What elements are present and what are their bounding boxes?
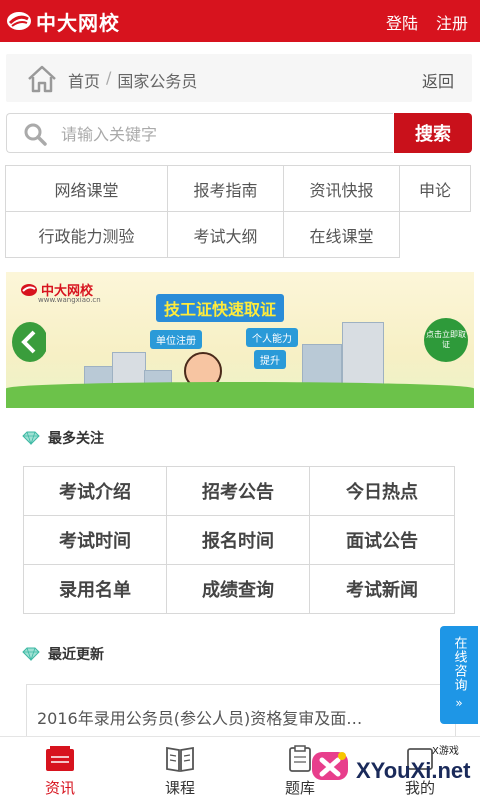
tab-course[interactable]: 课程 <box>120 737 240 801</box>
grid-item-today-hot[interactable]: 今日热点 <box>309 466 455 516</box>
banner-ground <box>6 382 474 408</box>
online-consult-button[interactable]: 在线咨询 » <box>440 626 478 724</box>
diamond-icon <box>22 647 40 661</box>
search-bar: 搜索 <box>6 113 472 153</box>
news-title: 2016年录用公务员(参公人员)资格复审及面… <box>37 709 363 728</box>
grid-item-exam-time[interactable]: 考试时间 <box>23 515 167 565</box>
search-icon <box>23 122 47 146</box>
search-button[interactable]: 搜索 <box>394 113 472 153</box>
diamond-icon <box>22 431 40 445</box>
category-live-class[interactable]: 在线课堂 <box>283 211 400 258</box>
grid-item-signup-time[interactable]: 报名时间 <box>166 515 310 565</box>
breadcrumb-separator: / <box>106 68 112 87</box>
category-syllabus[interactable]: 考试大纲 <box>167 211 284 258</box>
breadcrumb-current: 国家公务员 <box>117 72 198 91</box>
grid-item-exam-intro[interactable]: 考试介绍 <box>23 466 167 516</box>
banner-prev-arrow-icon[interactable] <box>10 322 48 362</box>
double-arrow-icon: » <box>455 696 463 710</box>
section-title-most-followed: 最多关注 <box>22 428 104 448</box>
list-item[interactable]: 2016年录用公务员(参公人员)资格复审及面… <box>26 684 456 737</box>
section-title-text: 最多关注 <box>48 431 104 447</box>
banner-tag: 提升 <box>254 350 286 369</box>
category-news-flash[interactable]: 资讯快报 <box>283 165 400 212</box>
category-exam-guide[interactable]: 报考指南 <box>167 165 284 212</box>
logo-text: 中大网校 <box>36 10 120 35</box>
grid-item-hire-list[interactable]: 录用名单 <box>23 564 167 614</box>
banner-tag: 单位注册 <box>150 330 202 349</box>
logo[interactable]: 中大网校 <box>6 6 120 36</box>
login-link[interactable]: 登陆 <box>386 10 418 34</box>
watermark-logo-icon <box>312 752 348 780</box>
banner-logo-icon <box>21 283 37 296</box>
online-consult-label: 在线咨询 <box>451 636 467 692</box>
search-input[interactable] <box>59 120 383 148</box>
section-title-recent: 最近更新 <box>22 644 104 664</box>
grid-item-exam-news[interactable]: 考试新闻 <box>309 564 455 614</box>
banner-title: 技工证快速取证 <box>156 294 285 322</box>
home-icon[interactable] <box>26 64 58 94</box>
banner-logo: 中大网校 www.wangxiao.cn <box>20 280 101 304</box>
top-bar: 中大网校 登陆 注册 <box>0 0 480 42</box>
grid-item-recruitment-notice[interactable]: 招考公告 <box>166 466 310 516</box>
category-online-class[interactable]: 网络课堂 <box>5 165 168 212</box>
news-icon <box>46 746 74 771</box>
back-button[interactable]: 返回 <box>422 68 454 92</box>
book-icon <box>166 746 194 773</box>
search-box <box>6 113 393 153</box>
watermark-small-text: X游戏 <box>432 746 459 757</box>
category-aptitude-test[interactable]: 行政能力测验 <box>5 211 168 258</box>
tab-news[interactable]: 资讯 <box>0 737 120 801</box>
category-essay[interactable]: 申论 <box>399 165 471 212</box>
grid-item-interview-notice[interactable]: 面试公告 <box>309 515 455 565</box>
banner-cta-button[interactable]: 点击立即取证 <box>424 318 468 362</box>
promo-banner[interactable]: 中大网校 www.wangxiao.cn 技工证快速取证 单位注册 个人能力 提… <box>6 272 474 408</box>
breadcrumb: 首页 / 国家公务员 返回 <box>6 54 472 102</box>
banner-tag: 个人能力 <box>246 328 298 347</box>
tab-label: 资讯 <box>44 779 75 797</box>
logo-mark-icon <box>6 10 32 32</box>
register-link[interactable]: 注册 <box>436 10 468 34</box>
watermark-text: XYouXi.net <box>356 758 471 783</box>
watermark: XYouXi.net X游戏 <box>304 740 480 800</box>
tab-label: 课程 <box>164 779 195 797</box>
category-grid: 网络课堂 报考指南 资讯快报 申论 行政能力测验 考试大纲 在线课堂 <box>5 165 474 258</box>
section-title-text: 最近更新 <box>48 647 104 663</box>
breadcrumb-home[interactable]: 首页 <box>68 68 100 92</box>
banner-logo-url: www.wangxiao.cn <box>38 296 101 304</box>
grid-item-score-query[interactable]: 成绩查询 <box>166 564 310 614</box>
most-followed-grid: 考试介绍 招考公告 今日热点 考试时间 报名时间 面试公告 录用名单 成绩查询 … <box>23 466 457 614</box>
